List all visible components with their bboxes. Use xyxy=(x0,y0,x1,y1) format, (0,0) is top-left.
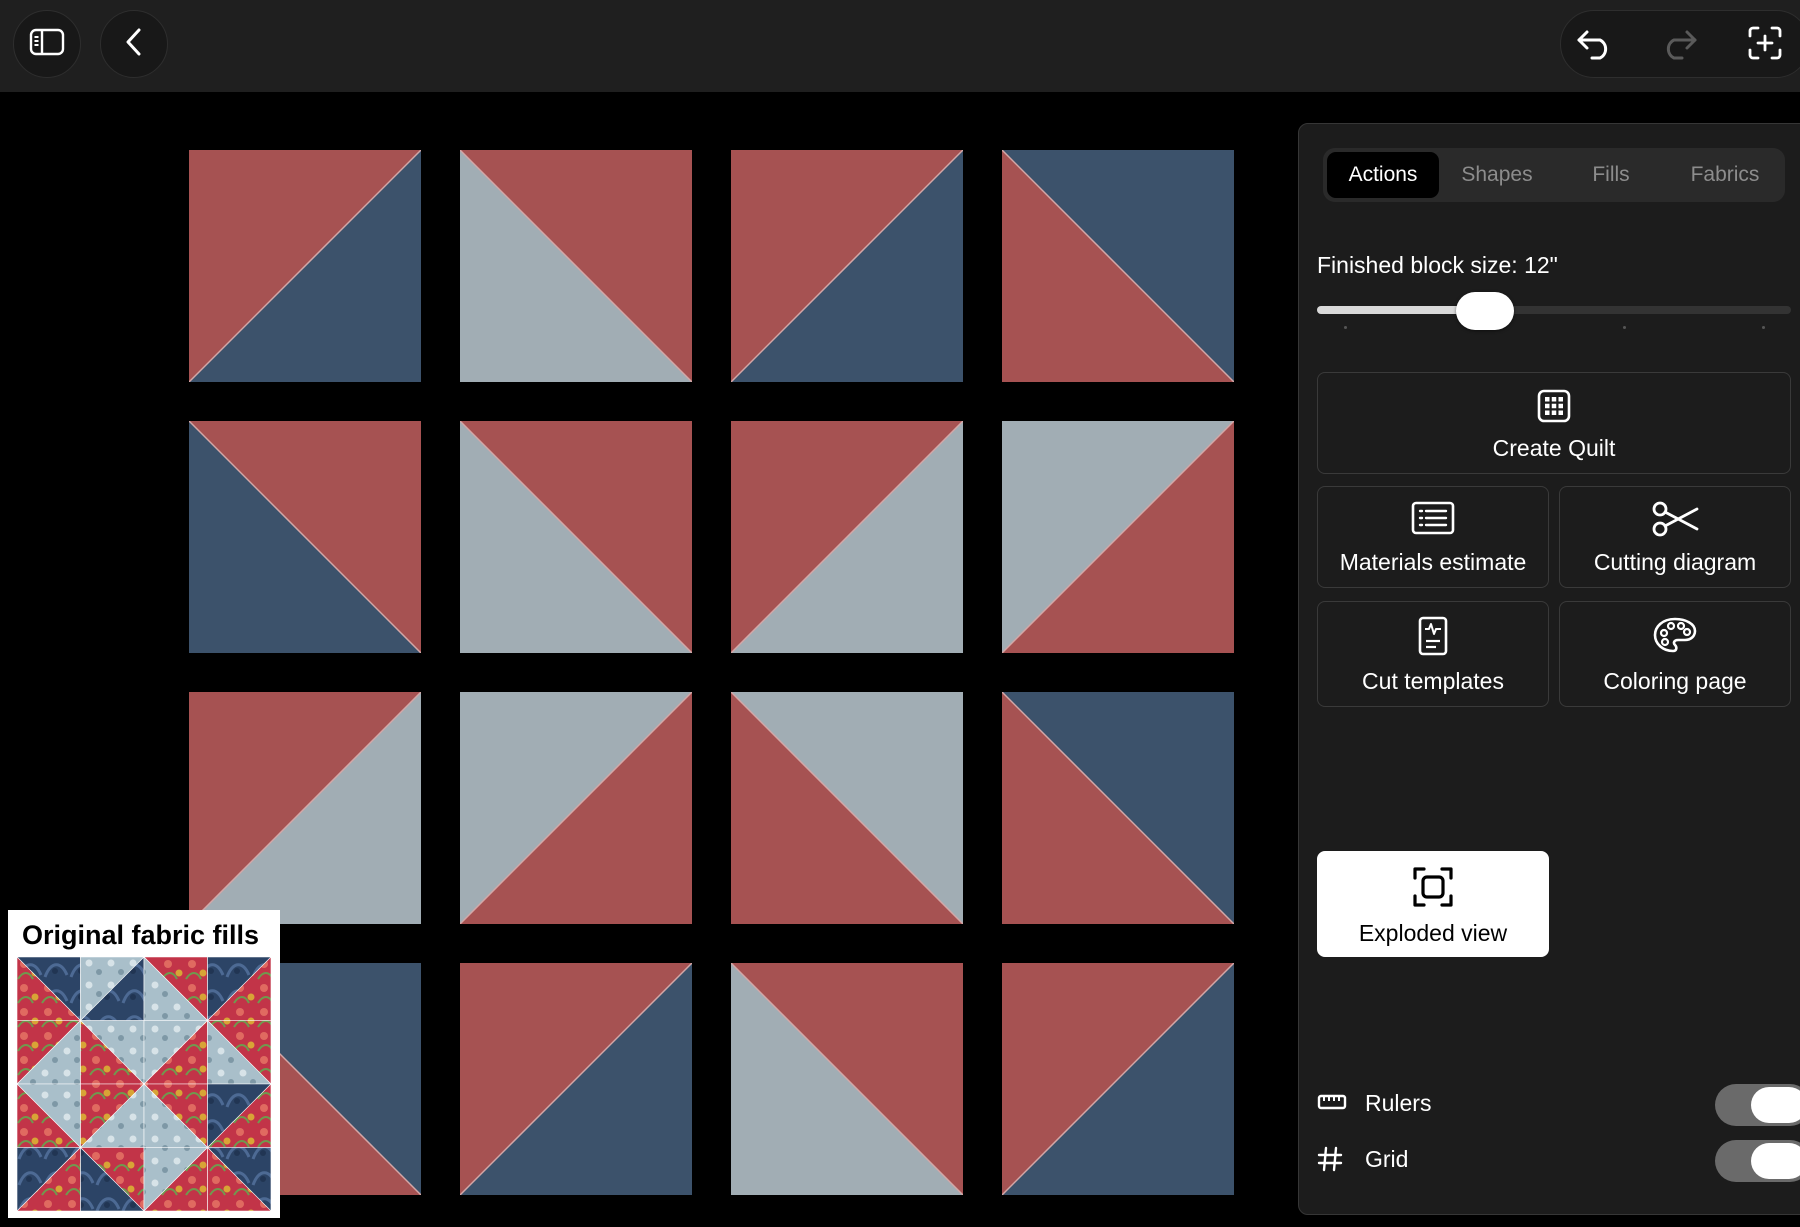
quilt-block[interactable] xyxy=(460,692,692,924)
fabric-preview-image xyxy=(16,956,272,1212)
scissors-icon xyxy=(1651,501,1699,542)
coloring-page-label: Coloring page xyxy=(1603,668,1747,694)
palette-icon xyxy=(1652,616,1698,659)
slider-tick xyxy=(1623,326,1626,329)
actions-panel: Actions Shapes Fills Fabrics Finished bl… xyxy=(1298,123,1800,1215)
toggle-knob xyxy=(1751,1143,1800,1179)
hash-icon xyxy=(1317,1146,1343,1177)
add-frame-icon xyxy=(1747,25,1783,66)
original-fabric-inset: Original fabric fills xyxy=(8,910,280,1218)
materials-estimate-button[interactable]: Materials estimate xyxy=(1317,486,1549,588)
undo-icon xyxy=(1576,26,1614,65)
history-controls xyxy=(1560,10,1800,78)
redo-button[interactable] xyxy=(1645,11,1713,79)
grid-toggle-row: Grid xyxy=(1317,1140,1800,1182)
rulers-label: Rulers xyxy=(1365,1090,1432,1116)
sidebar-toggle-button[interactable] xyxy=(13,10,81,78)
quilt-block[interactable] xyxy=(1002,421,1234,653)
create-quilt-button[interactable]: Create Quilt xyxy=(1317,372,1791,474)
add-frame-button[interactable] xyxy=(1731,11,1799,79)
back-button[interactable] xyxy=(100,10,168,78)
cut-templates-label: Cut templates xyxy=(1362,668,1504,694)
block-size-label: Finished block size: 12" xyxy=(1317,252,1558,278)
quilt-block[interactable] xyxy=(731,692,963,924)
list-document-icon xyxy=(1411,501,1455,540)
quilt-block[interactable] xyxy=(460,421,692,653)
top-toolbar xyxy=(0,0,1800,92)
back-chevron-icon xyxy=(124,27,144,62)
tab-fabrics[interactable]: Fabrics xyxy=(1669,152,1781,198)
rulers-toggle-row: Rulers xyxy=(1317,1084,1800,1126)
template-page-icon xyxy=(1418,616,1448,661)
slider-tick xyxy=(1344,326,1347,329)
grid-label: Grid xyxy=(1365,1146,1409,1172)
grid-quilt-icon xyxy=(1537,389,1571,428)
grid-toggle[interactable] xyxy=(1715,1140,1800,1182)
materials-estimate-label: Materials estimate xyxy=(1339,549,1527,575)
ruler-icon xyxy=(1317,1090,1347,1119)
slider-tick xyxy=(1762,326,1765,329)
redo-icon xyxy=(1660,26,1698,65)
block-size-slider[interactable] xyxy=(1317,292,1791,330)
quilt-block[interactable] xyxy=(731,150,963,382)
cutting-diagram-button[interactable]: Cutting diagram xyxy=(1559,486,1791,588)
tab-shapes[interactable]: Shapes xyxy=(1441,152,1553,198)
quilt-block[interactable] xyxy=(189,421,421,653)
quilt-block[interactable] xyxy=(1002,963,1234,1195)
coloring-page-button[interactable]: Coloring page xyxy=(1559,601,1791,707)
quilt-block[interactable] xyxy=(460,963,692,1195)
cut-templates-button[interactable]: Cut templates xyxy=(1317,601,1549,707)
focus-frame-icon xyxy=(1412,866,1454,913)
exploded-view-label: Exploded view xyxy=(1358,920,1508,946)
exploded-view-button[interactable]: Exploded view xyxy=(1317,851,1549,957)
toggle-knob xyxy=(1751,1087,1800,1123)
quilt-block[interactable] xyxy=(1002,692,1234,924)
quilt-block[interactable] xyxy=(731,421,963,653)
tab-fills[interactable]: Fills xyxy=(1555,152,1667,198)
sidebar-toggle-icon xyxy=(29,28,65,61)
quilt-block[interactable] xyxy=(189,692,421,924)
quilt-block[interactable] xyxy=(1002,150,1234,382)
quilt-block[interactable] xyxy=(460,150,692,382)
quilt-block[interactable] xyxy=(189,150,421,382)
inset-title: Original fabric fills xyxy=(22,920,260,950)
undo-button[interactable] xyxy=(1561,11,1629,79)
tab-actions[interactable]: Actions xyxy=(1327,152,1439,198)
quilt-block[interactable] xyxy=(731,963,963,1195)
panel-tabs: Actions Shapes Fills Fabrics xyxy=(1323,148,1785,202)
create-quilt-label: Create Quilt xyxy=(1492,435,1616,461)
slider-thumb[interactable] xyxy=(1456,292,1515,330)
rulers-toggle[interactable] xyxy=(1715,1084,1800,1126)
cutting-diagram-label: Cutting diagram xyxy=(1593,549,1757,575)
